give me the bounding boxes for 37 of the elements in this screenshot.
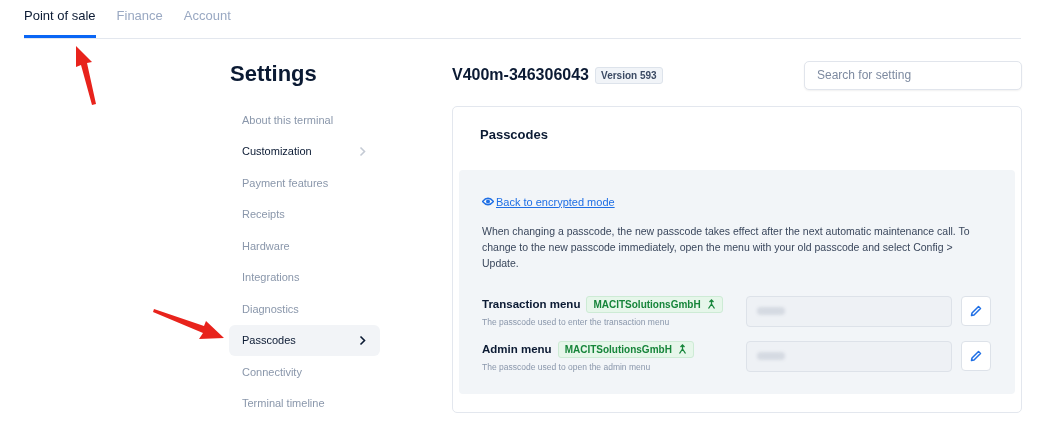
page-title: Settings bbox=[230, 61, 318, 87]
edit-button[interactable] bbox=[961, 296, 991, 326]
merge-icon bbox=[677, 344, 687, 354]
pencil-icon bbox=[970, 305, 982, 317]
card-title: Passcodes bbox=[480, 127, 549, 142]
sidebar-item[interactable]: Payment features bbox=[229, 167, 380, 199]
sidebar-item[interactable]: Integrations bbox=[229, 261, 380, 293]
field-description: The passcode used to enter the transaction menu bbox=[482, 316, 671, 327]
sidebar-item[interactable]: Terminal timeline bbox=[229, 387, 380, 419]
sidebar-item[interactable]: Connectivity bbox=[229, 356, 380, 388]
passcode-field[interactable] bbox=[746, 295, 952, 327]
owner-tag: MACITSolutionsGmbH bbox=[586, 295, 723, 313]
field-label: Transaction menu bbox=[482, 298, 581, 310]
search-field[interactable]: Search for setting bbox=[804, 60, 1022, 90]
sidebar-item[interactable]: Customization bbox=[229, 135, 380, 167]
merge-icon bbox=[706, 299, 716, 309]
sidebar-item[interactable]: Passcodes bbox=[229, 324, 380, 356]
tab[interactable]: Point of sale bbox=[24, 0, 96, 38]
back-link[interactable]: Back to encrypted mode bbox=[482, 195, 615, 208]
chevron-icon bbox=[359, 334, 366, 346]
owner-tag: MACITSolutionsGmbH bbox=[557, 340, 694, 358]
sidebar-item[interactable]: About this terminal bbox=[229, 104, 380, 136]
sidebar-item[interactable]: Receipts bbox=[229, 198, 380, 230]
sidebar-item[interactable]: Diagnostics bbox=[229, 293, 380, 325]
tab[interactable]: Finance bbox=[116, 0, 163, 38]
field-description: The passcode used to open the admin menu bbox=[482, 361, 652, 372]
pencil-icon bbox=[970, 350, 982, 362]
eye-icon bbox=[482, 197, 494, 206]
version-tag: Version 593 bbox=[595, 66, 663, 84]
edit-button[interactable] bbox=[961, 341, 991, 371]
field-label: Admin menu bbox=[482, 343, 552, 355]
tab[interactable]: Account bbox=[183, 0, 231, 38]
sidebar-item[interactable]: Hardware bbox=[229, 230, 380, 262]
info-text: When changing a passcode, the new passcode takes effect after the next automatic maintenance call. To change to the new passcode immediately, open the menu with your old passcode and select Config > Update. bbox=[482, 224, 971, 271]
chevron-icon bbox=[359, 145, 366, 157]
passcode-field[interactable] bbox=[746, 340, 952, 372]
terminal-name: V400m-346306043 bbox=[452, 66, 589, 84]
